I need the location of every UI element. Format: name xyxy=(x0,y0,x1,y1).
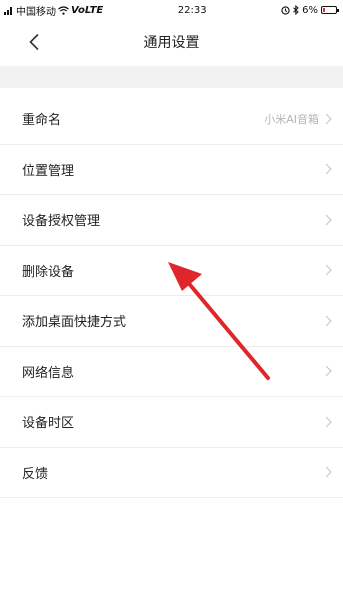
nav-bar: 通用设置 xyxy=(0,20,343,64)
chevron-right-icon xyxy=(323,364,333,378)
carrier-label: 中国移动 xyxy=(16,6,56,18)
chevron-right-icon xyxy=(323,465,333,479)
item-label: 设备授权管理 xyxy=(22,214,101,230)
status-bar: 中国移动 VoLTE 22:33 6% xyxy=(0,0,343,20)
chevron-right-icon xyxy=(323,162,333,176)
item-label: 设备时区 xyxy=(22,416,75,432)
settings-item-shortcut[interactable]: 添加桌面快捷方式 xyxy=(0,296,343,347)
item-label: 位置管理 xyxy=(22,163,75,179)
chevron-right-icon xyxy=(323,314,333,328)
item-label: 删除设备 xyxy=(22,264,75,280)
chevron-right-icon xyxy=(323,112,333,126)
item-label: 网络信息 xyxy=(22,365,75,381)
settings-item-network-info[interactable]: 网络信息 xyxy=(0,347,343,397)
page-title: 通用设置 xyxy=(143,35,200,51)
battery-icon xyxy=(321,6,339,14)
chevron-right-icon xyxy=(323,213,333,227)
settings-item-delete-device[interactable]: 删除设备 xyxy=(0,246,343,296)
chevron-left-icon xyxy=(29,34,39,50)
settings-item-timezone[interactable]: 设备时区 xyxy=(0,397,343,448)
item-label: 添加桌面快捷方式 xyxy=(22,315,127,331)
item-label: 重命名 xyxy=(22,113,62,129)
bluetooth-icon xyxy=(293,5,299,15)
settings-item-rename[interactable]: 重命名 小米AI音箱 xyxy=(0,94,343,145)
settings-item-feedback[interactable]: 反馈 xyxy=(0,448,343,498)
settings-item-location[interactable]: 位置管理 xyxy=(0,145,343,195)
item-value: 小米AI音箱 xyxy=(264,112,319,126)
settings-list: 重命名 小米AI音箱 位置管理 设备授权管理 删除设备 添加桌面快捷方式 网络信… xyxy=(0,94,343,498)
signal-icon xyxy=(4,6,12,15)
section-divider xyxy=(0,66,343,88)
status-time: 22:33 xyxy=(177,4,207,16)
settings-item-authorization[interactable]: 设备授权管理 xyxy=(0,195,343,246)
alarm-icon xyxy=(281,5,290,15)
item-label: 反馈 xyxy=(22,466,49,482)
status-left: 中国移动 VoLTE xyxy=(4,3,103,18)
status-right: 6% xyxy=(281,4,339,16)
wifi-icon xyxy=(58,5,69,15)
chevron-right-icon xyxy=(323,263,333,277)
battery-percent: 6% xyxy=(302,4,318,16)
chevron-right-icon xyxy=(323,415,333,429)
network-label: VoLTE xyxy=(71,4,104,16)
back-button[interactable] xyxy=(22,30,46,54)
